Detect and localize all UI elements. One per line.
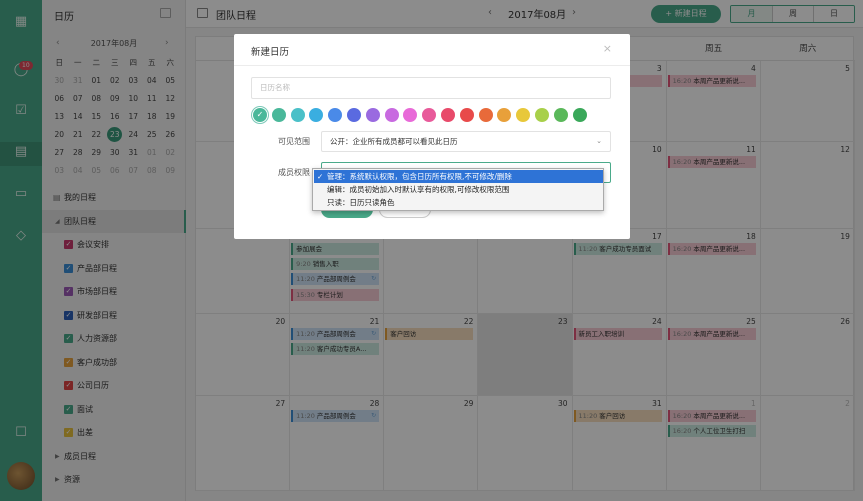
color-swatch[interactable] <box>384 108 399 122</box>
color-picker: ✓ <box>253 108 591 122</box>
close-icon[interactable]: × <box>603 42 612 55</box>
option-manage[interactable]: ✓ 管理：系统默认权限，包含日历所有权限,不可修改/删除 <box>314 170 603 183</box>
color-swatch[interactable]: ✓ <box>253 108 267 122</box>
visibility-select[interactable]: 公开：企业所有成员都可以看见此日历 ⌄ <box>321 131 611 152</box>
divider <box>234 65 630 66</box>
visibility-label: 可见范围 <box>278 137 310 146</box>
color-swatch[interactable] <box>290 108 305 122</box>
color-swatch[interactable] <box>478 108 493 122</box>
option-readonly[interactable]: 只读：日历只读角色 <box>314 196 603 209</box>
calendar-name-input[interactable]: 日历名称 <box>251 77 611 99</box>
color-swatch[interactable] <box>516 108 531 122</box>
color-swatch[interactable] <box>309 108 324 122</box>
color-swatch[interactable] <box>346 108 361 122</box>
color-swatch[interactable] <box>422 108 437 122</box>
color-swatch[interactable] <box>271 108 286 122</box>
color-swatch[interactable] <box>328 108 343 122</box>
color-swatch[interactable] <box>553 108 568 122</box>
permission-dropdown: ✓ 管理：系统默认权限，包含日历所有权限,不可修改/删除 编辑：成员初始加入时默认… <box>312 168 604 211</box>
color-swatch[interactable] <box>440 108 455 122</box>
color-swatch[interactable] <box>534 108 549 122</box>
option-edit[interactable]: 编辑：成员初始加入时默认享有的权限,可修改权限范围 <box>314 183 603 196</box>
member-permission-label: 成员权限 <box>278 168 310 177</box>
checkmark-icon: ✓ <box>317 172 324 181</box>
chevron-down-icon: ⌄ <box>596 137 602 145</box>
color-swatch[interactable] <box>572 108 587 122</box>
dialog-title: 新建日历 <box>251 47 290 58</box>
color-swatch[interactable] <box>497 108 512 122</box>
color-swatch[interactable] <box>365 108 380 122</box>
color-swatch[interactable] <box>403 108 418 122</box>
color-swatch[interactable] <box>459 108 474 122</box>
